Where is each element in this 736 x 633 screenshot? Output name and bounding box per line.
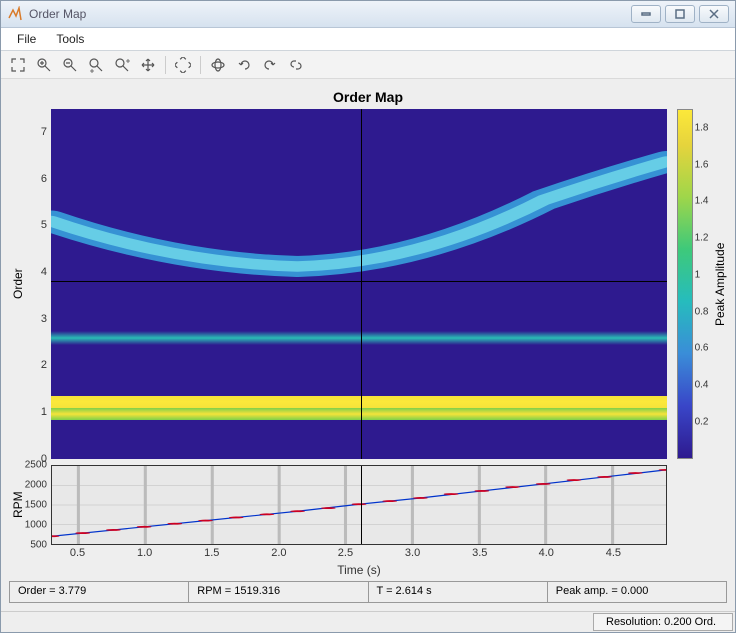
rpm-cursor[interactable] — [361, 466, 362, 544]
undo-icon[interactable] — [233, 54, 255, 76]
ytick: 5 — [41, 219, 47, 231]
menubar: File Tools — [1, 28, 735, 51]
heatmap-yticks: 0 1 2 3 4 5 6 7 — [27, 109, 51, 459]
ytick: 1 — [41, 406, 47, 418]
xtick: 3.0 — [405, 547, 420, 559]
heatmap-container: Order 0 1 2 3 4 5 6 7 — [9, 109, 727, 459]
xtick: 3.5 — [472, 547, 487, 559]
crosshair-vertical[interactable] — [361, 109, 362, 459]
xticks: 0.5 1.0 1.5 2.0 2.5 3.0 3.5 4.0 4.5 Time… — [51, 545, 667, 577]
close-button[interactable] — [699, 5, 729, 23]
cbar-tick: 0.2 — [695, 416, 709, 427]
rotate3d-icon[interactable] — [207, 54, 229, 76]
cbar-tick: 0.6 — [695, 343, 709, 354]
app-window: Order Map File Tools — [0, 0, 736, 633]
xaxis-label: Time (s) — [337, 563, 381, 577]
ytick: 4 — [41, 266, 47, 278]
status-time: T = 2.614 s — [369, 582, 548, 602]
rpm-axes[interactable] — [51, 465, 667, 545]
zoom-out-icon[interactable] — [59, 54, 81, 76]
pan-icon[interactable] — [137, 54, 159, 76]
xtick: 2.0 — [271, 547, 286, 559]
ytick: 2 — [41, 359, 47, 371]
resolution-readout: Resolution: 0.200 Ord. — [593, 613, 733, 631]
yaxis-label: Order — [9, 109, 27, 459]
rpm-ytick: 500 — [30, 539, 47, 550]
cbar-tick: 0.4 — [695, 380, 709, 391]
window-title: Order Map — [29, 7, 631, 21]
toolbar-sep-1 — [165, 56, 166, 74]
cbar-tick: 1.4 — [695, 196, 709, 207]
xtick: 1.5 — [204, 547, 219, 559]
heatmap-axes[interactable] — [51, 109, 667, 459]
xtick: 4.5 — [606, 547, 621, 559]
sweep-curve — [51, 109, 667, 459]
zoom-in-icon[interactable] — [33, 54, 55, 76]
expand-icon[interactable] — [7, 54, 29, 76]
colorbar[interactable] — [677, 109, 693, 459]
cbar-tick: 1.6 — [695, 159, 709, 170]
link-icon[interactable] — [285, 54, 307, 76]
menu-tools[interactable]: Tools — [46, 28, 94, 50]
status-peak: Peak amp. = 0.000 — [548, 582, 726, 602]
cbar-tick: 1.8 — [695, 122, 709, 133]
zoom-x-icon[interactable] — [85, 54, 107, 76]
status-rpm: RPM = 1519.316 — [189, 582, 368, 602]
minimize-button[interactable] — [631, 5, 661, 23]
rpm-ytick: 1500 — [25, 499, 47, 510]
titlebar[interactable]: Order Map — [1, 1, 735, 28]
redo-icon[interactable] — [259, 54, 281, 76]
status-order: Order = 3.779 — [10, 582, 189, 602]
footer: Resolution: 0.200 Ord. — [1, 611, 735, 632]
figure-area: Order Map Order 0 1 2 3 4 5 6 7 — [1, 79, 735, 611]
chart-title: Order Map — [9, 87, 727, 109]
ytick: 7 — [41, 126, 47, 138]
toolbar-sep-2 — [200, 56, 201, 74]
cbar-tick: 1.2 — [695, 233, 709, 244]
xtick: 4.0 — [539, 547, 554, 559]
zoom-y-icon[interactable] — [111, 54, 133, 76]
rpm-ytick: 1000 — [25, 519, 47, 530]
cbar-tick: 0.8 — [695, 306, 709, 317]
cbar-tick: 1 — [695, 269, 701, 280]
rpm-ytick: 2000 — [25, 479, 47, 490]
crosshair-horizontal[interactable] — [51, 281, 667, 282]
menu-file[interactable]: File — [7, 28, 46, 50]
status-row: Order = 3.779 RPM = 1519.316 T = 2.614 s… — [9, 581, 727, 603]
xtick: 1.0 — [137, 547, 152, 559]
colorbar-wrap: 0.2 0.4 0.6 0.8 1 1.2 1.4 1.6 1.8 Peak A… — [667, 109, 727, 459]
colorbar-label: Peak Amplitude — [713, 109, 727, 459]
ytick: 6 — [41, 173, 47, 185]
xticks-row: 0.5 1.0 1.5 2.0 2.5 3.0 3.5 4.0 4.5 Time… — [9, 545, 727, 577]
rpm-yticks: 500 1000 1500 2000 2500 — [27, 465, 51, 545]
ytick: 3 — [41, 313, 47, 325]
collapse-icon[interactable] — [172, 54, 194, 76]
rpm-ytick: 2500 — [25, 459, 47, 470]
matlab-icon — [7, 6, 23, 22]
colorbar-ticks: 0.2 0.4 0.6 0.8 1 1.2 1.4 1.6 1.8 — [693, 109, 713, 459]
xtick: 2.5 — [338, 547, 353, 559]
toolbar — [1, 51, 735, 78]
maximize-button[interactable] — [665, 5, 695, 23]
rpm-plot: RPM 500 1000 1500 2000 2500 — [9, 465, 727, 545]
xtick: 0.5 — [70, 547, 85, 559]
